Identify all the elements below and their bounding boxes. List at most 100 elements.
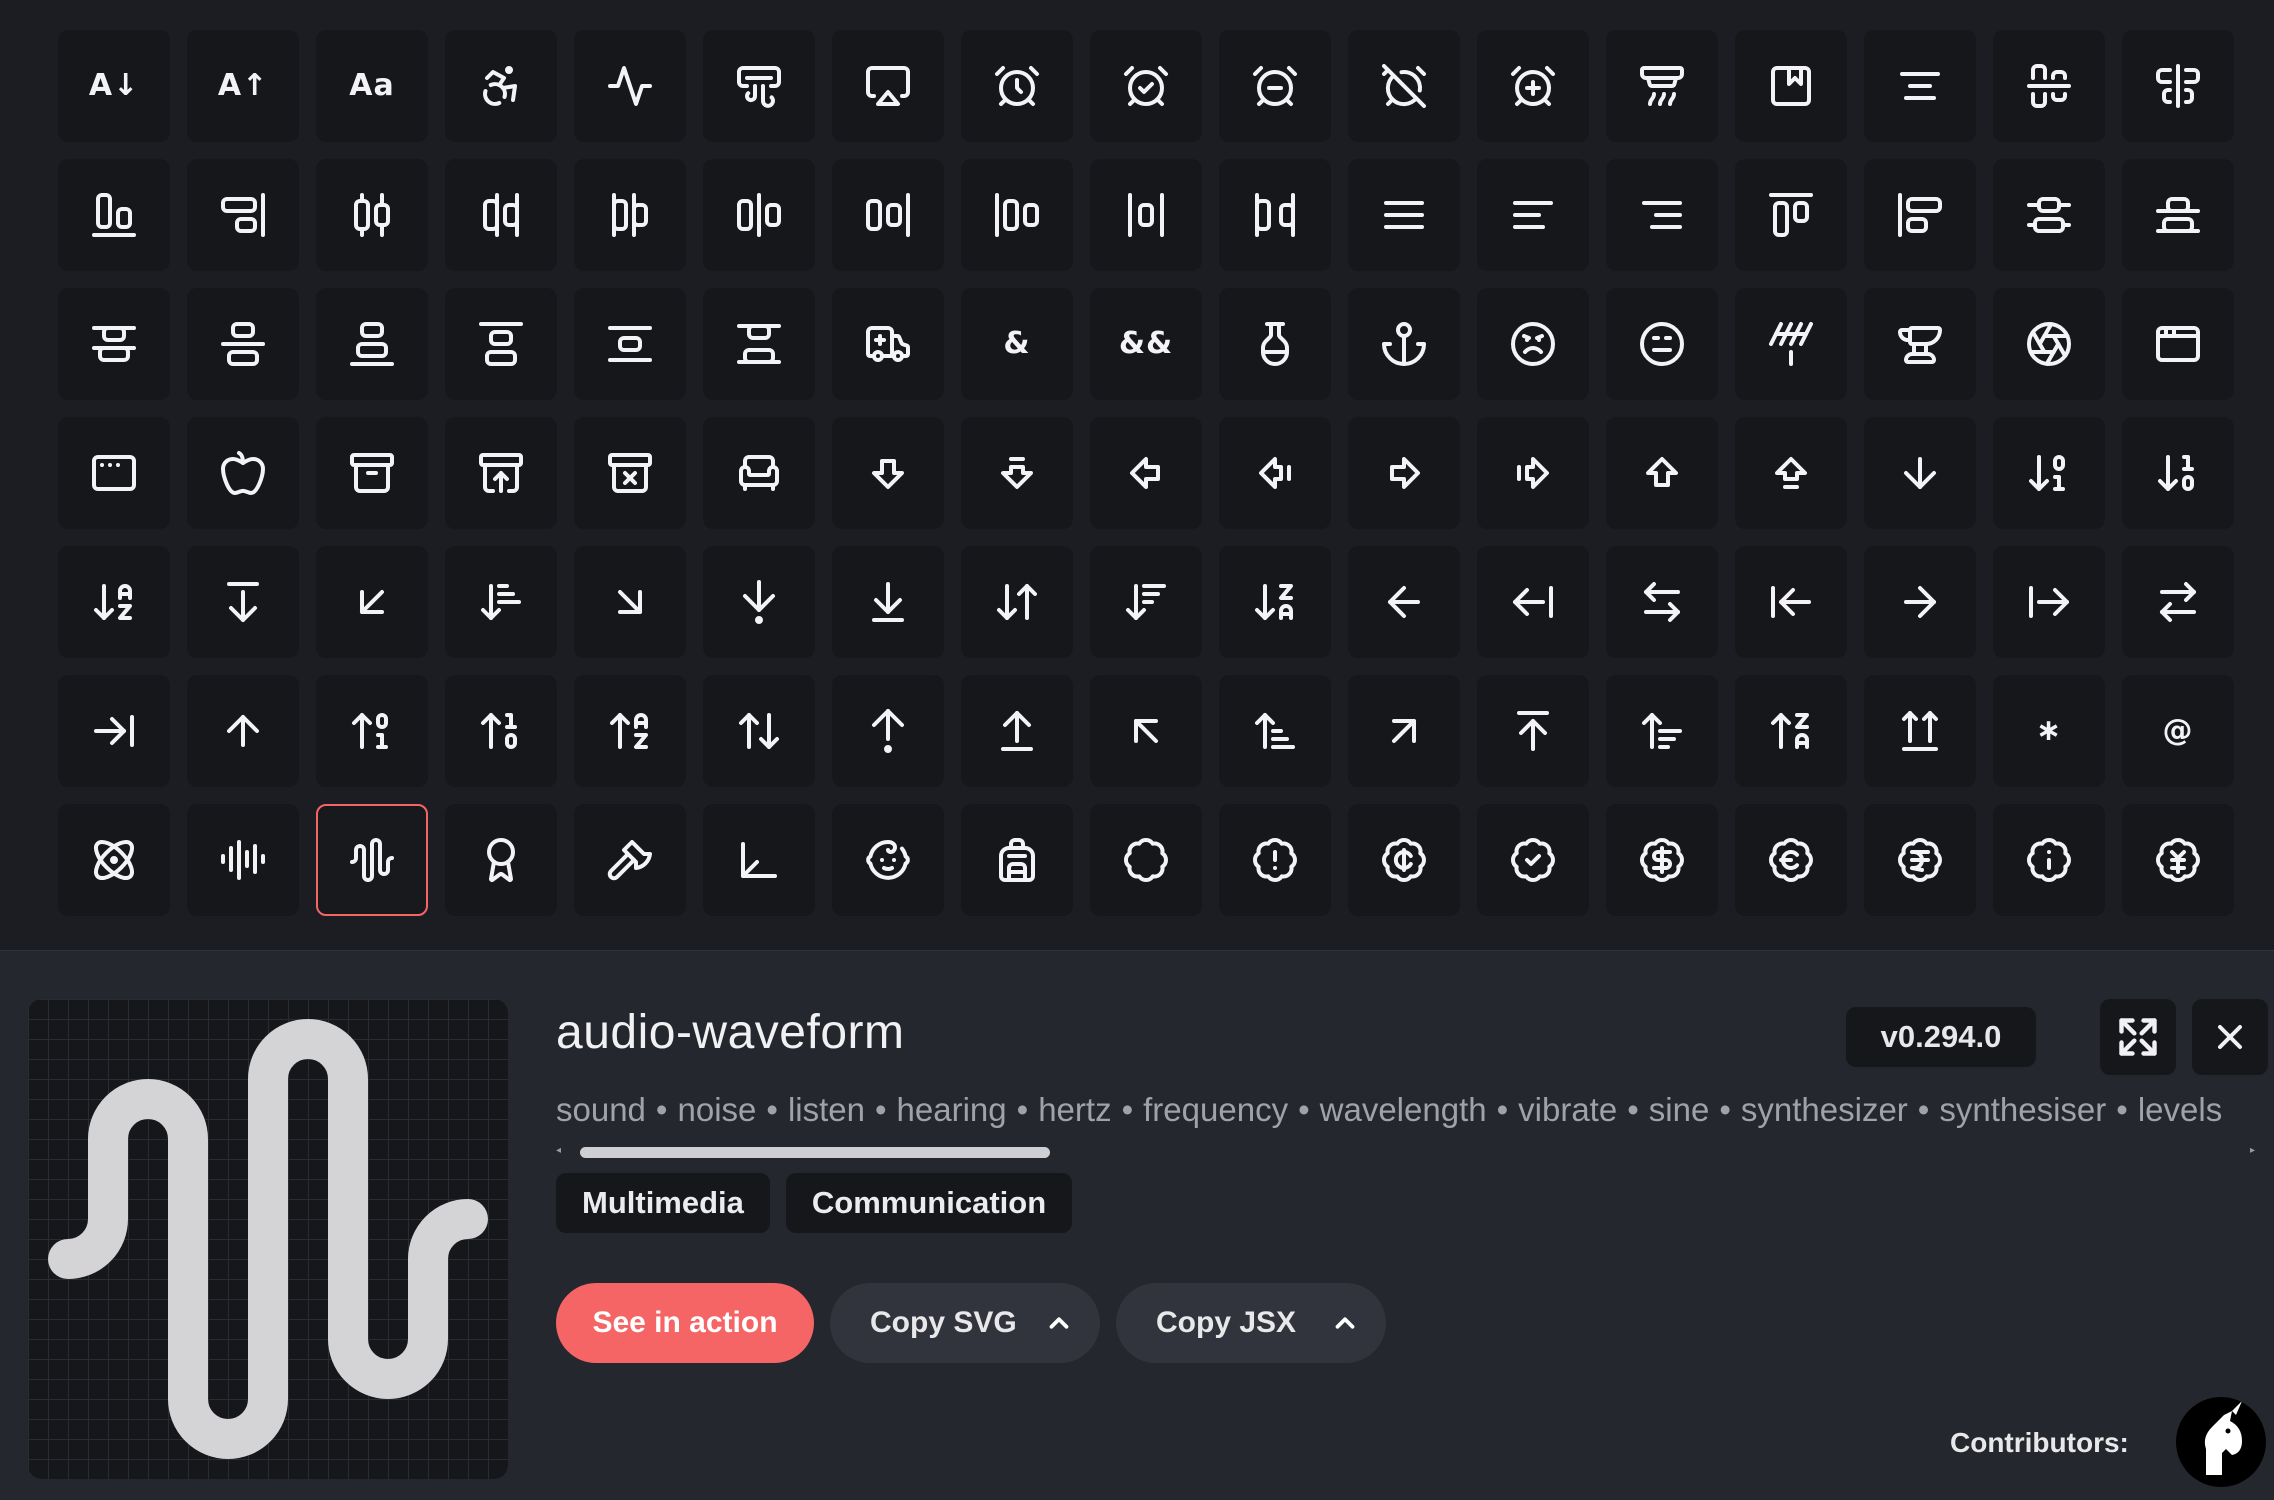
icon-tile-align-horizontal-distribute-end[interactable]: [445, 159, 557, 271]
icon-tile-audio-waveform[interactable]: [316, 804, 428, 916]
icon-tile-arrow-up-left[interactable]: [1090, 675, 1202, 787]
icon-tile-align-start-horizontal[interactable]: [1735, 159, 1847, 271]
icon-tile-angry[interactable]: [1477, 288, 1589, 400]
icon-tile-badge-japanese-yen[interactable]: [2122, 804, 2234, 916]
icon-tile-asterisk[interactable]: ∗: [1993, 675, 2105, 787]
icon-tile-atom[interactable]: [58, 804, 170, 916]
icon-tile-arrow-up-to-line[interactable]: [1477, 675, 1589, 787]
icon-tile-ambulance[interactable]: [832, 288, 944, 400]
icon-tile-axe[interactable]: [574, 804, 686, 916]
icon-tile-align-vertical-justify-start[interactable]: [445, 288, 557, 400]
icon-tile-align-horizontal-distribute-center[interactable]: [316, 159, 428, 271]
icon-tile-arrow-down-up[interactable]: [961, 546, 1073, 658]
icon-tile-alarm-clock-check[interactable]: [1090, 30, 1202, 142]
icon-tile-arrow-big-down[interactable]: [832, 417, 944, 529]
icon-tile-arrow-up-1-0[interactable]: [445, 675, 557, 787]
chevron-up-icon[interactable]: [1044, 1308, 1074, 1338]
icon-tile-arrow-right-to-line[interactable]: [58, 675, 170, 787]
icon-tile-arrow-up-a-z[interactable]: [574, 675, 686, 787]
icon-tile-arrow-down-wide-narrow[interactable]: [1090, 546, 1202, 658]
icon-tile-align-vertical-space-around[interactable]: [574, 288, 686, 400]
icon-tile-arrow-big-up[interactable]: [1606, 417, 1718, 529]
icon-tile-badge-cent[interactable]: [1348, 804, 1460, 916]
icon-tile-arrow-down-1-0[interactable]: [2122, 417, 2234, 529]
icon-tile-arrow-up-0-1[interactable]: [316, 675, 428, 787]
icon-tile-archive-x[interactable]: [574, 417, 686, 529]
icon-tile-badge-indian-rupee[interactable]: [1864, 804, 1976, 916]
see-in-action-button[interactable]: See in action: [556, 1283, 814, 1363]
icon-tile-arrow-big-up-dash[interactable]: [1735, 417, 1847, 529]
icon-tile-aperture[interactable]: [1993, 288, 2105, 400]
icon-tile-award[interactable]: [445, 804, 557, 916]
icon-tile-arrow-left-right[interactable]: [1606, 546, 1718, 658]
icon-tile-align-horizontal-justify-end[interactable]: [832, 159, 944, 271]
icon-tile-arrow-right-from-line[interactable]: [1993, 546, 2105, 658]
icon-tile-activity[interactable]: [574, 30, 686, 142]
contributor-avatar[interactable]: [2176, 1397, 2266, 1487]
icon-tile-antenna[interactable]: [1735, 288, 1847, 400]
icon-tile-align-start-vertical[interactable]: [1864, 159, 1976, 271]
icon-tile-align-vertical-justify-end[interactable]: [316, 288, 428, 400]
icon-tile-arrow-down-left[interactable]: [316, 546, 428, 658]
icon-tile-align-horizontal-justify-start[interactable]: [961, 159, 1073, 271]
icon-tile-align-center-horizontal[interactable]: [1993, 30, 2105, 142]
icon-tile-arrow-up-narrow-wide[interactable]: [1219, 675, 1331, 787]
icon-tile-arrow-left[interactable]: [1348, 546, 1460, 658]
icon-tile-badge-alert[interactable]: [1219, 804, 1331, 916]
icon-tile-alarm-clock-minus[interactable]: [1219, 30, 1331, 142]
icon-tile-badge[interactable]: [1090, 804, 1202, 916]
icon-tile-align-horizontal-space-around[interactable]: [1090, 159, 1202, 271]
icon-tile-arrow-left-from-line[interactable]: [1477, 546, 1589, 658]
fullscreen-button[interactable]: [2100, 999, 2176, 1075]
icon-tile-anvil[interactable]: [1864, 288, 1976, 400]
icon-tile-archive-restore[interactable]: [445, 417, 557, 529]
copy-svg-button[interactable]: Copy SVG: [830, 1283, 1100, 1363]
icon-tile-arrow-right[interactable]: [1864, 546, 1976, 658]
icon-tile-arrow-right-left[interactable]: [2122, 546, 2234, 658]
icon-tile-badge-euro[interactable]: [1735, 804, 1847, 916]
icon-tile-alarm-clock-off[interactable]: [1348, 30, 1460, 142]
icon-tile-arrow-big-down-dash[interactable]: [961, 417, 1073, 529]
icon-tile-arrow-up-from-line[interactable]: [961, 675, 1073, 787]
icon-tile-arrow-down-right[interactable]: [574, 546, 686, 658]
icon-tile-alarm-clock-plus[interactable]: [1477, 30, 1589, 142]
category-chip-multimedia[interactable]: Multimedia: [556, 1173, 770, 1233]
icon-tile-arrow-down-to-line[interactable]: [832, 546, 944, 658]
icon-tile-arrow-down-a-z[interactable]: [58, 546, 170, 658]
icon-tile-arrow-up-right[interactable]: [1348, 675, 1460, 787]
icon-tile-backpack[interactable]: [961, 804, 1073, 916]
icon-tile-arrow-up-a-z-caps[interactable]: A↑: [187, 30, 299, 142]
category-chip-communication[interactable]: Communication: [785, 1173, 1073, 1233]
icon-tile-arrow-down-narrow-wide[interactable]: [445, 546, 557, 658]
tags-scrollbar[interactable]: ◂ ▸: [556, 1143, 2260, 1161]
scroll-left-icon[interactable]: ◂: [556, 1145, 566, 1157]
icon-tile-ampersand[interactable]: &: [961, 288, 1073, 400]
icon-tile-align-vertical-distribute-start[interactable]: [58, 288, 170, 400]
icon-tile-app-window-mac[interactable]: [58, 417, 170, 529]
icon-tile-align-vertical-justify-center[interactable]: [187, 288, 299, 400]
icon-tile-audio-lines[interactable]: [187, 804, 299, 916]
icon-tile-baby[interactable]: [832, 804, 944, 916]
icon-tile-align-end-vertical[interactable]: [187, 159, 299, 271]
tags-list[interactable]: sound • noise • listen • hearing • hertz • frequen…: [556, 1091, 2260, 1147]
icon-tile-align-horizontal-distribute-start[interactable]: [574, 159, 686, 271]
icon-tile-case-sensitive[interactable]: Aa: [316, 30, 428, 142]
icon-tile-align-justify[interactable]: [1348, 159, 1460, 271]
copy-jsx-button[interactable]: Copy JSX: [1116, 1283, 1386, 1363]
icon-tile-arrow-up-from-dot[interactable]: [832, 675, 944, 787]
icon-tile-anchor[interactable]: [1348, 288, 1460, 400]
icon-tile-arrow-down-0-1[interactable]: [1993, 417, 2105, 529]
icon-tile-arrow-big-right[interactable]: [1348, 417, 1460, 529]
icon-tile-app-window[interactable]: [2122, 288, 2234, 400]
icon-tile-alarm-smoke[interactable]: [1606, 30, 1718, 142]
icon-tile-badge-check[interactable]: [1477, 804, 1589, 916]
icon-tile-arrow-left-to-line[interactable]: [1735, 546, 1847, 658]
icon-tile-alarm-clock[interactable]: [961, 30, 1073, 142]
icon-tile-ampersands[interactable]: &&: [1090, 288, 1202, 400]
icon-tile-align-center[interactable]: [1864, 30, 1976, 142]
icon-tile-amphora[interactable]: [1219, 288, 1331, 400]
icon-tile-arrow-down-from-line[interactable]: [187, 546, 299, 658]
icon-tile-align-vertical-distribute-end[interactable]: [2122, 159, 2234, 271]
icon-tile-archive[interactable]: [316, 417, 428, 529]
icon-tile-badge-info[interactable]: [1993, 804, 2105, 916]
